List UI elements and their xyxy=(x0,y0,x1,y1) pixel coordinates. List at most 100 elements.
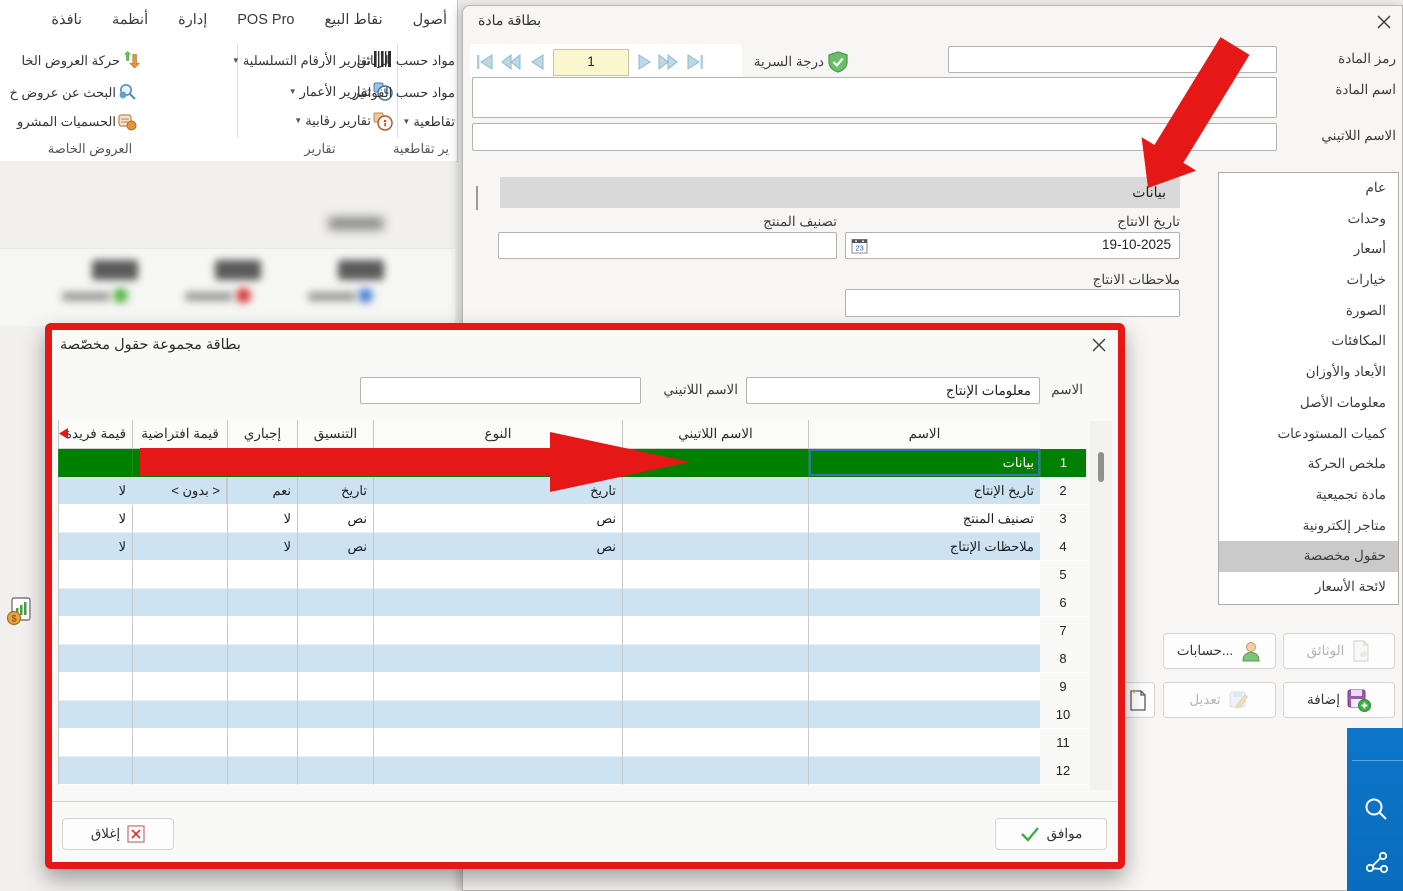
column-header-latin[interactable]: الاسم اللاتيني xyxy=(622,420,808,449)
cell-default[interactable] xyxy=(132,617,227,645)
cell-type[interactable] xyxy=(373,617,622,645)
sidebar-item-ecommerce[interactable]: متاجر إلكترونية xyxy=(1219,511,1398,542)
cell-format[interactable] xyxy=(297,673,373,701)
production-date-input[interactable]: 19-10-2025 23 xyxy=(845,232,1180,259)
cell-latin[interactable] xyxy=(622,449,808,477)
cell-unique[interactable] xyxy=(58,449,132,477)
cell-format[interactable]: نص xyxy=(297,505,373,533)
cell-format[interactable] xyxy=(297,617,373,645)
cell-name[interactable] xyxy=(808,729,1040,757)
cell-unique[interactable]: لا xyxy=(58,505,132,533)
cell-unique[interactable] xyxy=(58,617,132,645)
cell-type[interactable] xyxy=(373,589,622,617)
cell-type[interactable] xyxy=(373,757,622,785)
cell-unique[interactable] xyxy=(58,729,132,757)
cell-format[interactable]: عدد الأعمدة: 2 xyxy=(297,449,373,477)
column-header-format[interactable]: التنسيق xyxy=(297,420,373,449)
cell-unique[interactable] xyxy=(58,645,132,673)
column-header-unique[interactable]: قيمة فريدة xyxy=(58,420,132,449)
cell-name[interactable] xyxy=(808,757,1040,785)
cell-name[interactable]: بيانات xyxy=(808,449,1040,477)
ribbon-item-materials-by-customers[interactable]: مواد حسب الزبائن xyxy=(343,53,455,69)
ribbon-item-offer-movement[interactable]: حركة العروض الخا xyxy=(0,53,120,69)
add-button[interactable]: إضافة xyxy=(1283,682,1395,718)
cell-name[interactable]: تاريخ الإنتاج xyxy=(808,477,1040,505)
sidebar-item-options[interactable]: خيارات xyxy=(1219,265,1398,296)
new-record-button[interactable]: * xyxy=(1121,682,1155,718)
scrollbar-thumb[interactable] xyxy=(1098,452,1104,482)
cell-unique[interactable] xyxy=(58,673,132,701)
cell-name[interactable]: تصنيف المنتج xyxy=(808,505,1040,533)
cell-type[interactable] xyxy=(373,673,622,701)
menu-tab-admin[interactable]: إدارة xyxy=(178,12,207,28)
splitter-handle[interactable] xyxy=(476,186,478,210)
cell-default[interactable] xyxy=(132,449,227,477)
cell-required[interactable] xyxy=(227,589,297,617)
cell-format[interactable] xyxy=(297,729,373,757)
cell-default[interactable] xyxy=(132,561,227,589)
menu-tab-window[interactable]: نافذة xyxy=(51,12,82,28)
sidebar-item-composite[interactable]: مادة تجميعية xyxy=(1219,480,1398,511)
cell-required[interactable] xyxy=(227,729,297,757)
cell-default[interactable] xyxy=(132,645,227,673)
ribbon-item-cross[interactable]: تقاطعية▼ xyxy=(365,114,455,130)
cell-latin[interactable] xyxy=(622,505,808,533)
cell-type[interactable]: مجموعة بعنوان علوي xyxy=(373,449,622,477)
cell-format[interactable] xyxy=(297,757,373,785)
cell-latin[interactable] xyxy=(622,533,808,561)
ribbon-item-audit-reports[interactable]: تقارير رقابية▼ xyxy=(218,113,371,129)
sidebar-item-movement-summary[interactable]: ملخص الحركة xyxy=(1219,449,1398,480)
cell-type[interactable]: نص xyxy=(373,533,622,561)
cell-type[interactable] xyxy=(373,729,622,757)
cell-unique[interactable]: لا xyxy=(58,477,132,505)
cell-default[interactable] xyxy=(132,701,227,729)
cell-unique[interactable] xyxy=(58,561,132,589)
cell-required[interactable] xyxy=(227,449,297,477)
price-document-icon[interactable]: $ xyxy=(6,596,34,626)
sidebar-item-dimensions[interactable]: الأبعاد والأوزان xyxy=(1219,357,1398,388)
cell-name[interactable] xyxy=(808,561,1040,589)
sidebar-item-warehouse-qty[interactable]: كميات المستودعات xyxy=(1219,419,1398,450)
material-code-input[interactable] xyxy=(948,46,1277,73)
cell-required[interactable] xyxy=(227,617,297,645)
cell-required[interactable]: لا xyxy=(227,533,297,561)
sidebar-item-general[interactable]: عام xyxy=(1219,173,1398,204)
ribbon-item-materials-by-invoices[interactable]: مواد حسب الفواتير xyxy=(343,85,455,101)
ribbon-item-conditional-discounts[interactable]: الحسميات المشرو xyxy=(0,114,116,130)
cell-name[interactable] xyxy=(808,617,1040,645)
cell-latin[interactable] xyxy=(622,617,808,645)
cell-latin[interactable] xyxy=(622,589,808,617)
cell-default[interactable] xyxy=(132,729,227,757)
sidebar-item-asset-info[interactable]: معلومات الأصل xyxy=(1219,388,1398,419)
secrecy-shield-icon[interactable] xyxy=(827,51,849,73)
cell-latin[interactable] xyxy=(622,673,808,701)
nav-prev-button[interactable] xyxy=(527,50,549,73)
cell-required[interactable] xyxy=(227,673,297,701)
nav-fast-next-button[interactable] xyxy=(657,50,679,73)
material-name-input[interactable] xyxy=(472,77,1277,118)
sidebar-item-units[interactable]: وحدات xyxy=(1219,204,1398,235)
group-latin-name-input[interactable] xyxy=(360,377,641,404)
cell-name[interactable] xyxy=(808,645,1040,673)
material-latin-name-input[interactable] xyxy=(472,123,1277,151)
documents-button[interactable]: الوثائق xyxy=(1283,633,1395,669)
column-header-name[interactable]: الاسم xyxy=(808,420,1040,449)
product-class-input[interactable] xyxy=(498,232,837,259)
cell-latin[interactable] xyxy=(622,701,808,729)
custom-fields-dialog-close-icon[interactable] xyxy=(1088,334,1110,356)
cell-name[interactable] xyxy=(808,673,1040,701)
cell-format[interactable] xyxy=(297,701,373,729)
cell-format[interactable] xyxy=(297,645,373,673)
menu-tab-assets[interactable]: أصول xyxy=(413,12,447,28)
sidebar-item-rewards[interactable]: المكافئات xyxy=(1219,326,1398,357)
accounts-button[interactable]: حسابات... xyxy=(1163,633,1276,669)
material-card-close-icon[interactable] xyxy=(1372,10,1396,34)
cell-unique[interactable]: لا xyxy=(58,533,132,561)
cell-format[interactable]: نص xyxy=(297,533,373,561)
cell-format[interactable] xyxy=(297,589,373,617)
cell-format[interactable] xyxy=(297,561,373,589)
cell-default[interactable] xyxy=(132,533,227,561)
menu-tab-pos[interactable]: نقاط البيع xyxy=(324,12,382,28)
production-notes-input[interactable] xyxy=(845,289,1180,317)
data-section-header[interactable]: بيانات xyxy=(500,177,1180,208)
